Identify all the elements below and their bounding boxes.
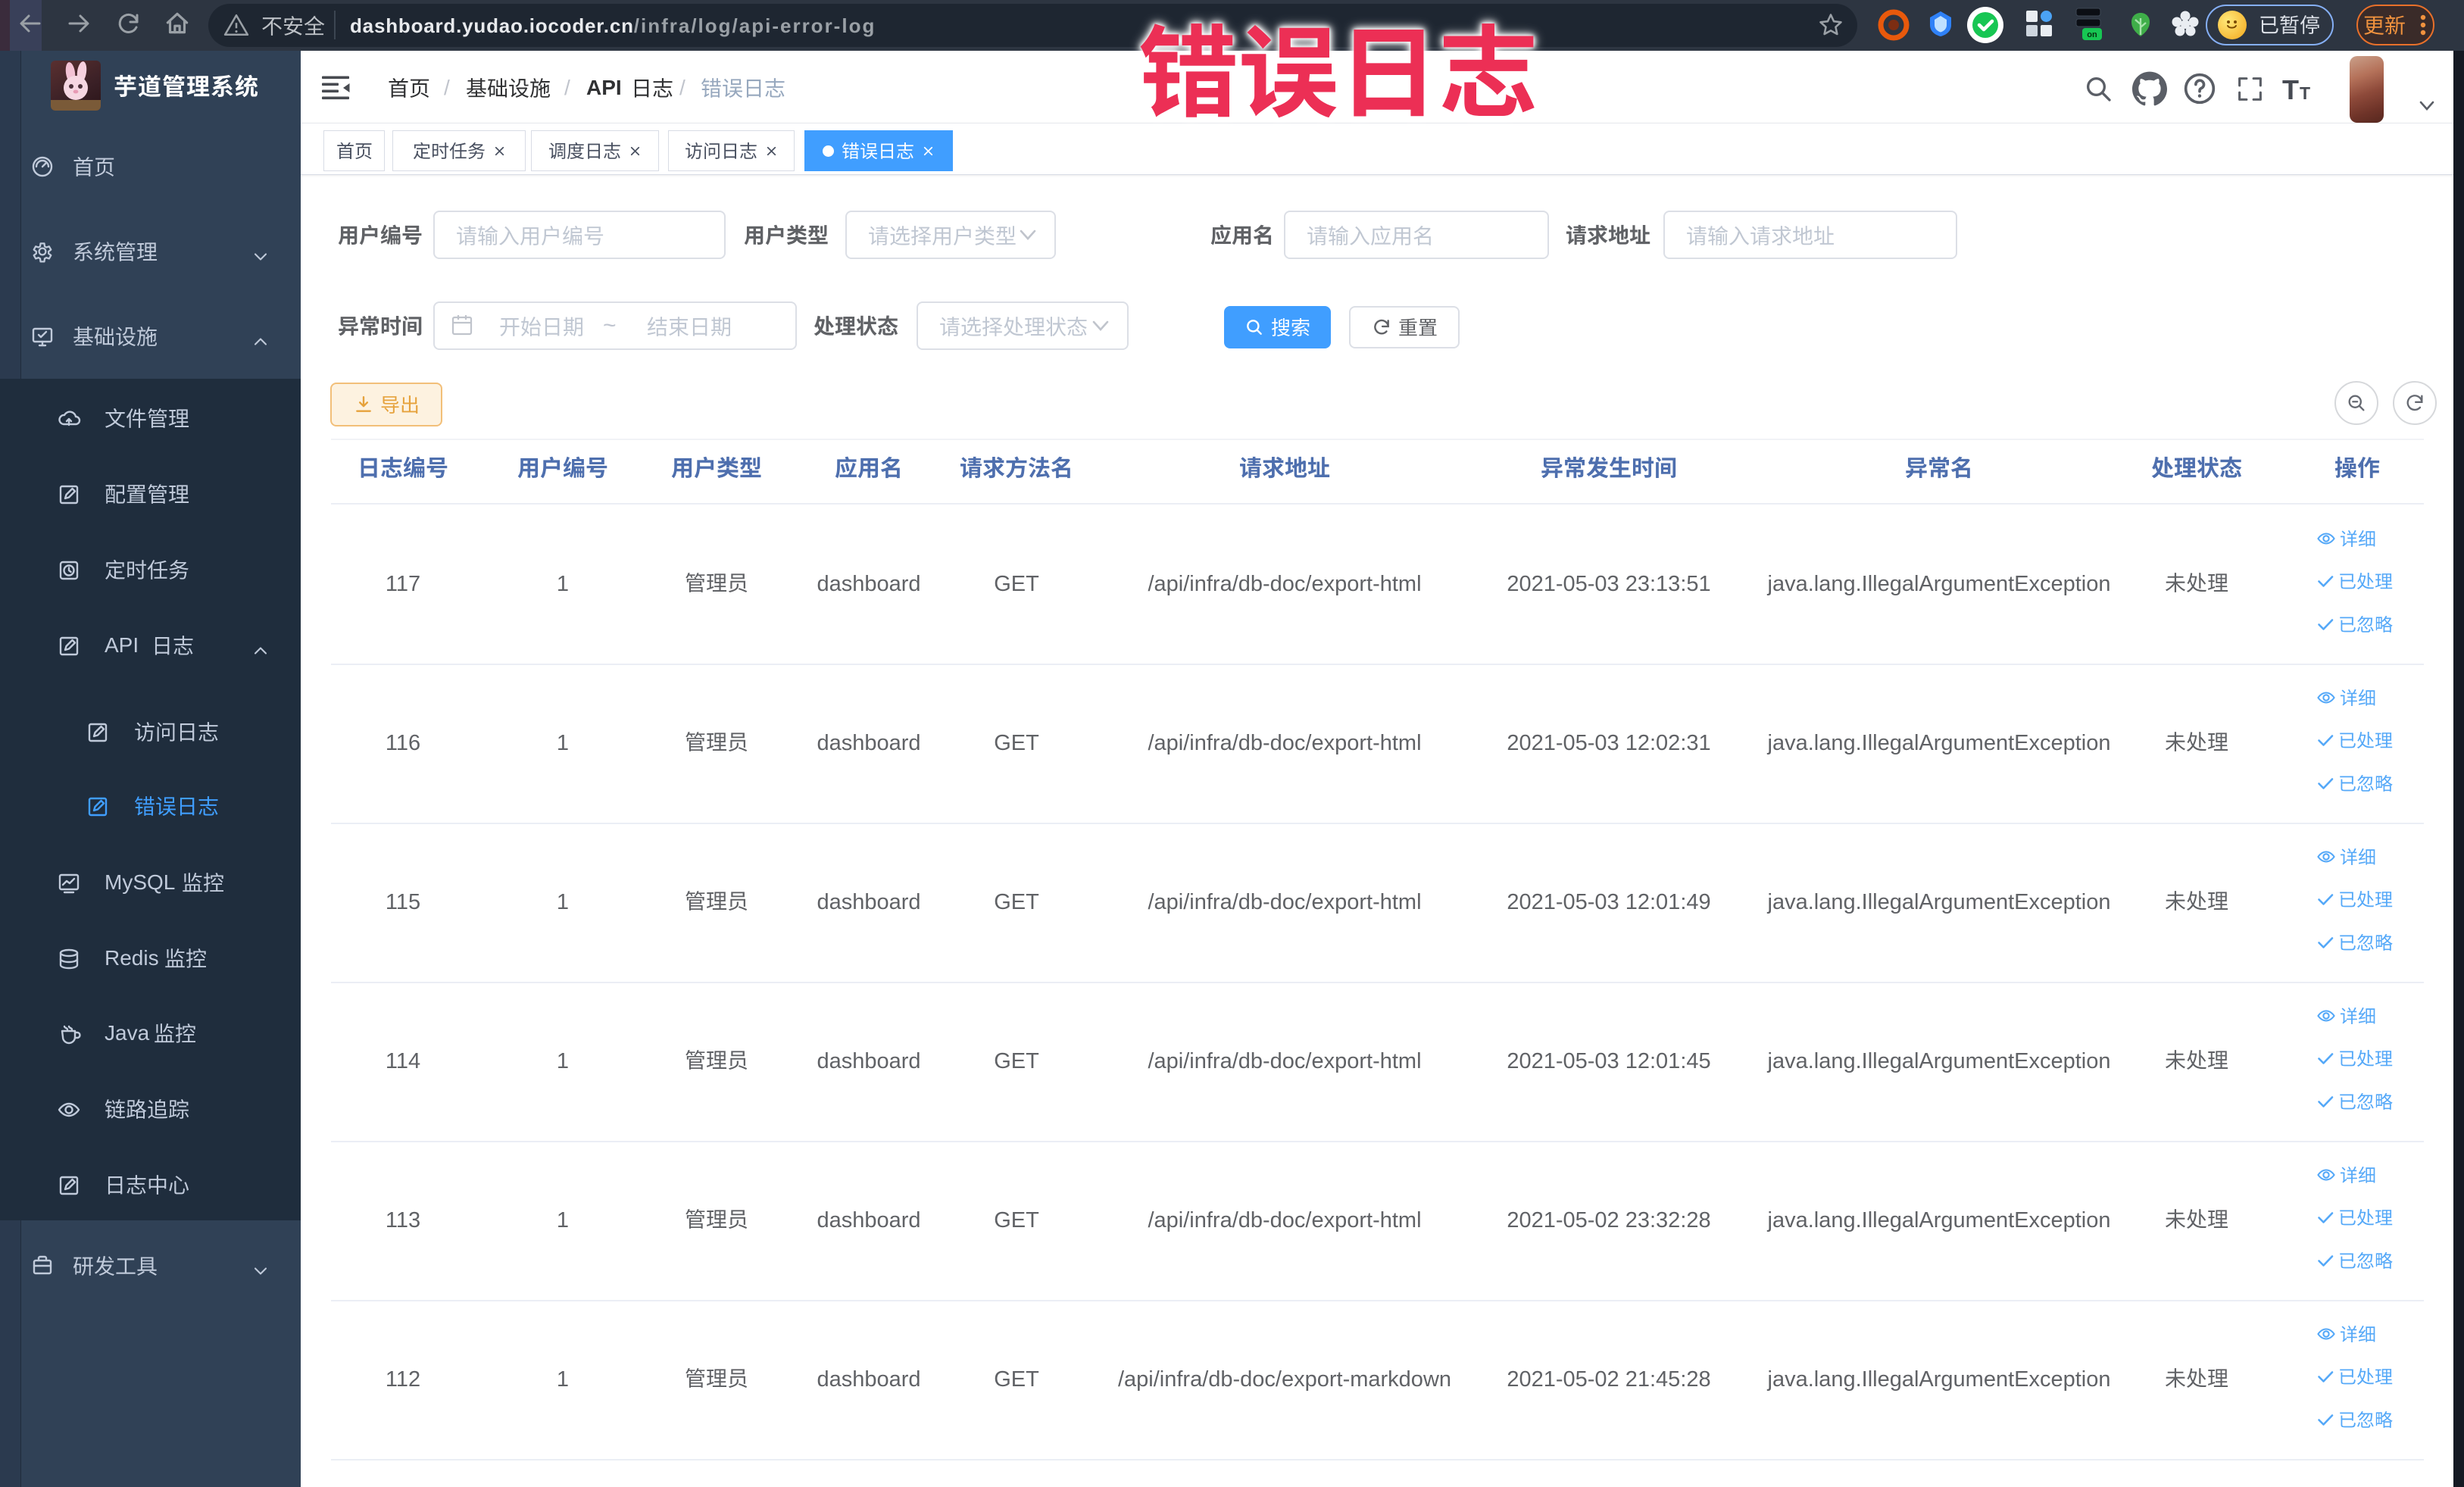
svg-text:on: on xyxy=(2087,30,2097,39)
